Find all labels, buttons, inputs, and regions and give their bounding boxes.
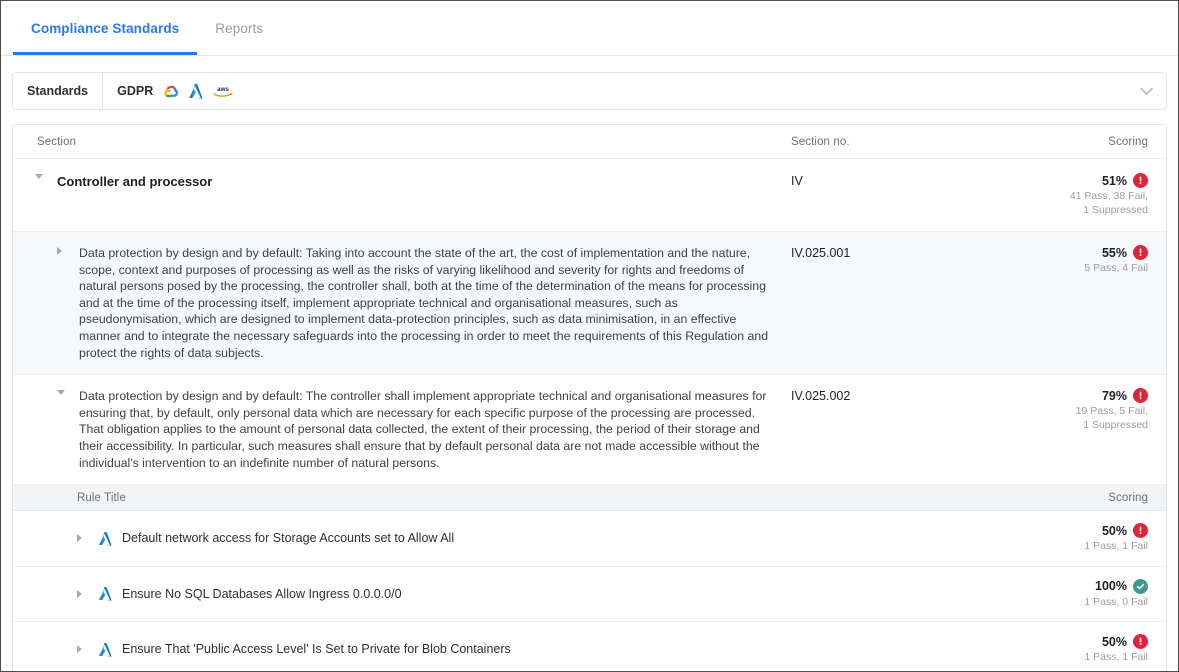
section-row[interactable]: Controller and processor IV 51% 41 Pass,… [13,159,1166,232]
score-breakdown: 1 Pass, 1 Fail [1084,540,1148,553]
chevron-right-icon[interactable] [77,645,99,654]
standards-selector-wrap: Standards GDPR aws [1,56,1178,110]
tab-compliance-standards[interactable]: Compliance Standards [13,1,198,55]
score-percent: 51% [1101,173,1127,188]
tab-label: Compliance Standards [31,20,180,36]
chevron-right-icon[interactable] [57,245,79,255]
azure-icon [99,531,112,546]
score-breakdown: 1 Pass, 0 Fail [1084,595,1148,608]
rule-header-row: Rule Title Scoring [13,485,1166,512]
azure-icon [99,586,112,601]
standards-selector[interactable]: Standards GDPR aws [12,72,1167,110]
rule-title: Ensure That 'Public Access Level' Is Set… [122,642,511,657]
compliance-table: Section Section no. Scoring Controller a… [12,124,1167,671]
tab-label: Reports [215,20,264,36]
azure-icon [99,642,112,657]
status-pass-icon [1133,578,1148,594]
standards-label: Standards [13,73,104,109]
rule-title: Ensure No SQL Databases Allow Ingress 0.… [122,586,402,601]
rule-row[interactable]: Default network access for Storage Accou… [13,511,1166,567]
score-percent: 55% [1101,245,1127,260]
table-header-row: Section Section no. Scoring [13,125,1166,159]
section-number: IV [791,174,803,188]
rule-scoring: 50% 1 Pass, 1 Fail [981,523,1166,554]
status-fail-icon [1133,173,1148,188]
column-header-rule-title: Rule Title [77,491,126,504]
score-percent: 79% [1101,388,1127,403]
score-percent: 50% [1101,634,1127,649]
column-header-rule-scoring: Scoring [1108,491,1148,504]
article-text: Data protection by design and by default… [79,389,767,470]
main-tab-bar: Compliance Standards Reports [1,1,1178,56]
article-row[interactable]: Data protection by design and by default… [13,375,1166,486]
rule-row[interactable]: Ensure That 'Public Access Level' Is Set… [13,622,1166,671]
score-percent: 100% [1095,579,1127,594]
aws-icon: aws [212,84,234,99]
azure-icon [189,83,203,99]
chevron-right-icon[interactable] [77,589,99,598]
chevron-down-icon[interactable] [35,173,57,179]
rule-title: Default network access for Storage Accou… [122,531,455,546]
rule-row[interactable]: Ensure No SQL Databases Allow Ingress 0.… [13,566,1166,623]
chevron-down-icon[interactable] [57,388,79,396]
score-breakdown: 1 Pass, 1 Fail [1084,651,1148,664]
rule-scoring: 50% 1 Pass, 1 Fail [981,634,1166,665]
gcp-icon [162,84,180,99]
chevron-down-icon[interactable] [1126,73,1166,109]
status-fail-icon [1133,388,1148,404]
article-scoring: 79% 19 Pass, 5 Fail, 1 Suppressed [981,388,1166,432]
column-header-section-no: Section no. [791,135,850,148]
standards-value: GDPR aws [103,73,1126,109]
article-row[interactable]: Data protection by design and by default… [13,232,1166,376]
column-header-section: Section [37,135,77,148]
status-fail-icon [1133,523,1148,539]
compliance-standards-page: Compliance Standards Reports Standards G… [0,0,1179,672]
section-title: Controller and processor [57,174,213,189]
column-header-scoring: Scoring [1108,135,1148,148]
score-percent: 50% [1101,523,1127,538]
standards-value-text: GDPR [117,84,154,98]
tab-reports[interactable]: Reports [197,1,281,55]
article-number: IV.025.001 [791,246,851,260]
rule-title-cell: Ensure That 'Public Access Level' Is Set… [99,642,981,657]
score-breakdown: 41 Pass, 38 Fail, 1 Suppressed [1069,190,1148,216]
article-number: IV.025.002 [791,389,851,404]
article-scoring: 55% 5 Pass, 4 Fail [981,245,1166,276]
svg-text:aws: aws [217,85,229,92]
status-fail-icon [1133,245,1148,260]
rule-scoring: 100% 1 Pass, 0 Fail [981,578,1166,610]
article-text: Data protection by design and by default… [79,246,769,360]
rule-title-cell: Ensure No SQL Databases Allow Ingress 0.… [99,586,981,601]
score-breakdown: 19 Pass, 5 Fail, 1 Suppressed [1075,405,1148,431]
section-scoring: 51% 41 Pass, 38 Fail, 1 Suppressed [981,173,1166,217]
rule-title-cell: Default network access for Storage Accou… [99,531,981,546]
chevron-right-icon[interactable] [77,534,99,543]
status-fail-icon [1133,634,1148,650]
score-breakdown: 5 Pass, 4 Fail [1084,262,1148,274]
